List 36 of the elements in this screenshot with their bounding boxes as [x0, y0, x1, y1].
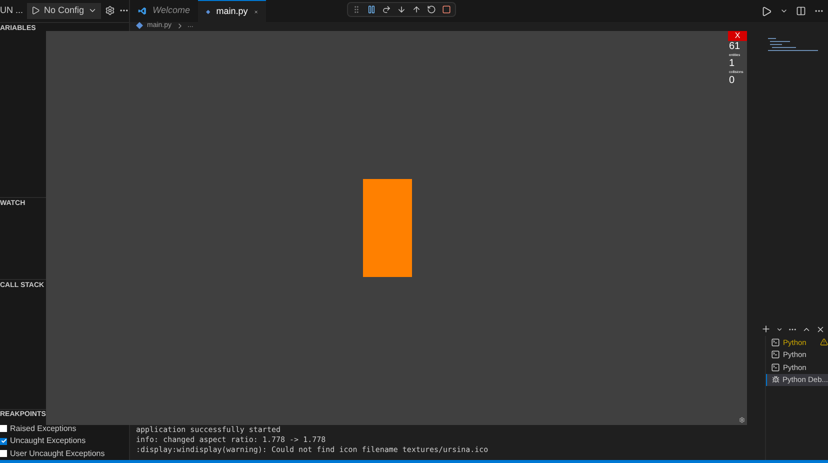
settings-icon[interactable] — [739, 417, 745, 423]
breakpoint-label: Raised Exceptions — [10, 422, 76, 435]
editor-tab[interactable]: Welcome — [130, 0, 198, 22]
run-icon[interactable] — [761, 6, 772, 16]
stat-value: 61 — [729, 41, 742, 53]
stat-value: 0 — [729, 75, 736, 87]
close-icon[interactable] — [816, 324, 825, 334]
step-over-icon[interactable] — [382, 5, 391, 14]
stat-value: 1 — [729, 58, 736, 70]
chevron-down-icon[interactable] — [780, 7, 788, 15]
breakpoint-label: User Uncaught Exceptions — [10, 448, 105, 460]
editor-tab[interactable]: main.py — [198, 0, 266, 22]
chevron-down-icon[interactable] — [776, 326, 783, 332]
stop-icon[interactable] — [442, 5, 451, 14]
split-editor-icon[interactable] — [796, 6, 806, 16]
checkbox[interactable] — [0, 450, 7, 458]
terminal-icon — [771, 362, 780, 372]
checkbox[interactable] — [0, 438, 7, 445]
drag-handle-icon[interactable] — [352, 5, 361, 14]
bug-icon — [772, 375, 780, 384]
settings-icon[interactable] — [105, 5, 116, 16]
vscode-logo-icon — [138, 5, 147, 17]
step-into-icon[interactable] — [397, 5, 406, 14]
terminal-icon — [771, 338, 780, 347]
breakpoint-label: Uncaught Exceptions — [10, 435, 86, 448]
close-button[interactable]: X — [728, 31, 747, 41]
restart-icon[interactable] — [427, 5, 436, 14]
play-icon — [31, 6, 40, 16]
checkbox[interactable] — [0, 425, 7, 432]
pause-icon[interactable] — [367, 5, 376, 14]
config-dropdown[interactable]: No Config — [27, 2, 102, 19]
minimap-drawing — [768, 38, 818, 54]
new-terminal-icon[interactable] — [761, 324, 771, 334]
sidebar-title: UN ... — [0, 4, 24, 18]
step-out-icon[interactable] — [412, 5, 421, 14]
terminal-icon — [771, 350, 780, 360]
